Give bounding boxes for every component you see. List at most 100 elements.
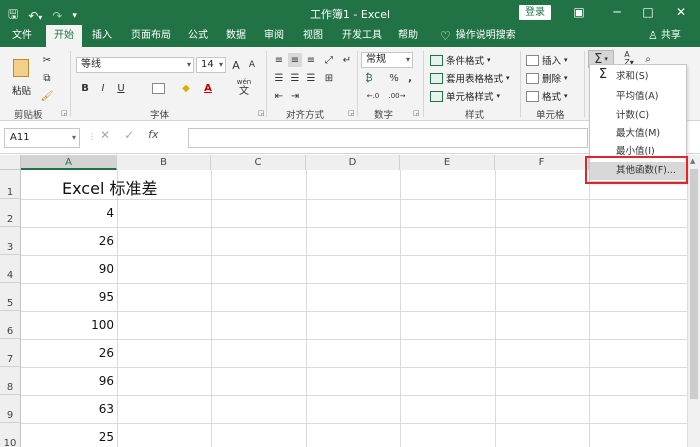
tab-help[interactable]: 帮助 [392,25,424,47]
row-header-9[interactable]: 9 [0,395,21,423]
row-header-5[interactable]: 5 [0,283,21,311]
fill-color-icon[interactable]: ◆ [178,80,194,96]
alignment-launcher-icon[interactable]: ◲ [348,109,355,117]
row-header-7[interactable]: 7 [0,339,21,367]
decrease-decimal-icon[interactable]: .00→ [388,89,406,103]
align-left-icon[interactable]: ☰ [272,71,286,85]
grow-font-button[interactable]: A [230,57,242,73]
number-format-combo[interactable]: 常规 ▾ [361,52,413,68]
scrollbar-thumb[interactable] [690,169,698,399]
row-header-1[interactable]: 1 [0,170,21,199]
cell-a7[interactable]: 26 [21,346,114,360]
row-header-2[interactable]: 2 [0,199,21,227]
row-header-10[interactable]: 10 [0,423,21,447]
orientation-icon[interactable]: ⤢ [322,53,336,67]
tab-home[interactable]: 开始 [46,25,82,47]
phonetic-guide-button[interactable]: wén 文 [234,77,254,97]
column-header-f[interactable]: F [495,155,589,170]
cut-icon[interactable]: ✂ [40,53,54,67]
customize-qat-icon[interactable]: ▾ [72,11,77,21]
column-header-e[interactable]: E [400,155,495,170]
menu-item-sum[interactable]: 求和(S) [590,68,688,86]
tab-data[interactable]: 数据 [220,25,252,47]
font-launcher-icon[interactable]: ◲ [258,109,265,117]
save-icon[interactable]: 🖫 [8,5,18,26]
column-header-b[interactable]: B [117,155,211,170]
conditional-formatting-button[interactable]: 条件格式 ▾ [430,53,491,67]
cell-a1[interactable]: Excel 标准差 [62,175,157,199]
align-middle-icon[interactable]: ≡ [288,53,302,67]
menu-item-count[interactable]: 计数(C) [590,107,688,125]
tab-file[interactable]: 文件 [6,25,38,47]
vertical-scrollbar[interactable]: ▲ [687,155,700,447]
undo-icon[interactable]: ↶▾ [28,9,42,23]
formula-input[interactable] [188,128,588,148]
font-size-combo[interactable]: 14 ▾ [196,57,226,73]
number-launcher-icon[interactable]: ◲ [413,109,420,117]
menu-item-min[interactable]: 最小值(I) [590,143,688,161]
insert-cells-button[interactable]: 插入 ▾ [526,53,568,67]
font-name-combo[interactable]: 等线 ▾ [76,57,194,73]
borders-icon[interactable] [150,80,166,96]
tab-page-layout[interactable]: 页面布局 [125,25,177,47]
align-center-icon[interactable]: ☰ [288,71,302,85]
enter-icon[interactable]: ✓ [124,128,134,142]
maximize-button[interactable]: □ [637,2,659,22]
column-header-d[interactable]: D [306,155,400,170]
tab-formulas[interactable]: 公式 [182,25,214,47]
underline-button[interactable]: U [114,80,128,96]
shrink-font-button[interactable]: A [246,57,258,73]
minimize-button[interactable]: ─ [606,2,628,22]
cell-a8[interactable]: 96 [21,374,114,388]
share-button[interactable]: ♙ 共享 [648,25,681,47]
column-header-c[interactable]: C [211,155,306,170]
cell-a6[interactable]: 100 [21,318,114,332]
cell-a3[interactable]: 26 [21,234,114,248]
increase-decimal-icon[interactable]: ←.0 [364,89,382,103]
fx-icon[interactable]: fx [148,128,158,142]
cancel-icon[interactable]: ✕ [100,128,110,142]
cell-a4[interactable]: 90 [21,262,114,276]
bold-button[interactable]: B [78,80,92,96]
row-header-3[interactable]: 3 [0,227,21,255]
comma-button[interactable]: , [404,71,416,85]
cell-a10[interactable]: 25 [21,430,114,444]
select-all-corner[interactable] [0,155,21,170]
align-bottom-icon[interactable]: ≡ [304,53,318,67]
delete-cells-button[interactable]: 删除 ▾ [526,71,568,85]
cell-a2[interactable]: 4 [21,206,114,220]
copy-icon[interactable]: ⧉ [40,71,54,85]
paste-button[interactable] [8,53,34,83]
wrap-text-icon[interactable]: ↵ [340,53,354,67]
cell-styles-button[interactable]: 单元格样式 ▾ [430,89,500,103]
row-header-8[interactable]: 8 [0,367,21,395]
merge-center-icon[interactable]: ⊞ [322,71,336,85]
tab-developer[interactable]: 开发工具 [336,25,388,47]
format-as-table-button[interactable]: 套用表格格式 ▾ [430,71,510,85]
close-button[interactable]: ✕ [670,2,692,22]
italic-button[interactable]: I [96,80,110,96]
decrease-indent-icon[interactable]: ⇤ [272,89,286,103]
tab-view[interactable]: 视图 [297,25,329,47]
increase-indent-icon[interactable]: ⇥ [288,89,302,103]
cell-a5[interactable]: 95 [21,290,114,304]
row-header-4[interactable]: 4 [0,255,21,283]
login-button[interactable]: 登录 [519,5,551,20]
row-header-6[interactable]: 6 [0,311,21,339]
tab-insert[interactable]: 插入 [86,25,118,47]
percent-button[interactable]: % [388,71,400,85]
menu-item-more-functions[interactable]: 其他函数(F)... [590,162,688,180]
column-header-a[interactable]: A [21,155,117,170]
menu-item-max[interactable]: 最大值(M) [590,125,688,143]
align-right-icon[interactable]: ☰ [304,71,318,85]
align-top-icon[interactable]: ≡ [272,53,286,67]
redo-icon[interactable]: ↷ [52,9,62,23]
clipboard-launcher-icon[interactable]: ◲ [61,109,68,117]
format-painter-icon[interactable]: 🖌 [40,89,54,103]
ribbon-display-options-icon[interactable]: ▣ [568,2,590,22]
tell-me-search[interactable]: ♡ 操作说明搜索 [440,25,516,47]
scroll-up-icon[interactable]: ▲ [690,157,695,165]
name-box[interactable]: A11 ▾ [4,128,80,148]
menu-item-average[interactable]: 平均值(A) [590,88,688,106]
format-cells-button[interactable]: 格式 ▾ [526,89,568,103]
